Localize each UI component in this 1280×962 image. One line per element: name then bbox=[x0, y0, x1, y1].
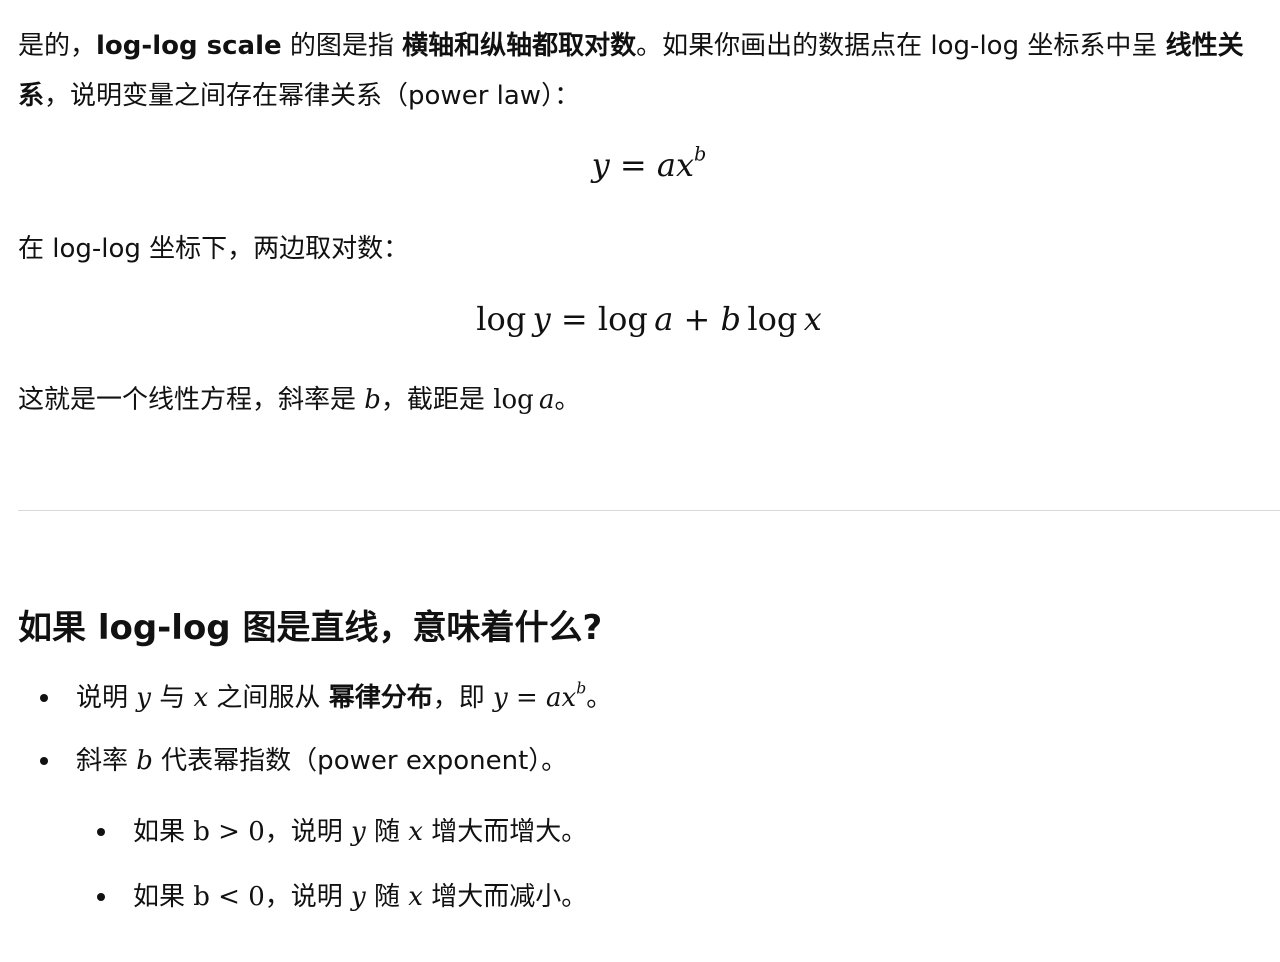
intro-text: ，说明变量之间存在幂律关系（power law）： bbox=[44, 81, 581, 111]
list-text: 增大而增大。 bbox=[422, 817, 588, 847]
formula-func: log bbox=[476, 300, 527, 338]
formula-op: = bbox=[609, 146, 657, 184]
list-text: ，说明 bbox=[264, 817, 352, 847]
list-text: 增大而减小。 bbox=[422, 882, 588, 912]
list-text: 与 bbox=[150, 683, 194, 713]
list-item: 如果 b > 0，说明 y 随 x 增大而增大。 bbox=[133, 810, 587, 854]
list-text: 随 bbox=[365, 882, 409, 912]
section-heading: 如果 log-log 图是直线，意味着什么? bbox=[18, 608, 603, 648]
inline-math-op: = bbox=[507, 683, 547, 713]
list-text: ，说明 bbox=[264, 882, 352, 912]
list-bold-term: 幂律分布 bbox=[328, 683, 433, 713]
formula-var: y bbox=[532, 300, 551, 338]
list-text: 之间服从 bbox=[208, 683, 329, 713]
list-text: 如果 bbox=[133, 817, 194, 847]
list-item: 斜率 b 代表幂指数（power exponent）。 bbox=[76, 739, 567, 783]
formula-var: x bbox=[803, 300, 822, 338]
inline-math-var: y bbox=[351, 817, 366, 847]
intro-text: 的图是指 bbox=[281, 31, 403, 61]
bullet-dot-icon bbox=[97, 828, 105, 836]
formula-var: b bbox=[720, 300, 741, 338]
list-text: 斜率 bbox=[76, 746, 137, 776]
inline-math-var: x bbox=[408, 882, 423, 912]
bullet-dot-icon bbox=[97, 893, 105, 901]
formula-op: + bbox=[673, 300, 721, 338]
inline-math-var: x bbox=[561, 683, 577, 713]
formula-var: a bbox=[656, 146, 676, 184]
intro-text: 。如果你画出的数据点在 log-log 坐标系中呈 bbox=[636, 31, 1166, 61]
log-transform-paragraph: 在 log-log 坐标下，两边取对数： bbox=[18, 234, 410, 264]
paragraph-text: 这就是一个线性方程，斜率是 bbox=[18, 385, 365, 415]
list-text: 如果 bbox=[133, 882, 194, 912]
list-text: 。 bbox=[586, 683, 613, 713]
power-law-formula: y = axb bbox=[18, 142, 1280, 184]
list-item: 说明 y 与 x 之间服从 幂律分布，即 y = axb。 bbox=[76, 676, 612, 720]
horizontal-divider bbox=[18, 510, 1280, 511]
formula-var: y bbox=[591, 146, 610, 184]
list-item: 如果 b < 0，说明 y 随 x 增大而减小。 bbox=[133, 875, 587, 919]
list-text: 代表幂指数（power exponent）。 bbox=[152, 746, 568, 776]
linear-equation-paragraph: 这就是一个线性方程，斜率是 b，截距是 log a。 bbox=[18, 375, 1280, 425]
formula-var: a bbox=[654, 300, 674, 338]
list-text: 随 bbox=[365, 817, 409, 847]
bullet-dot-icon bbox=[40, 694, 48, 702]
list-text: 说明 bbox=[76, 683, 137, 713]
formula-op: = bbox=[550, 300, 598, 338]
inline-math-var: b bbox=[136, 746, 153, 776]
inline-math-var: b bbox=[364, 385, 381, 415]
inline-math-var: y bbox=[136, 683, 151, 713]
inline-math-var: y bbox=[351, 882, 366, 912]
formula-exponent: b bbox=[694, 142, 707, 166]
inline-math-exponent: b bbox=[576, 679, 587, 698]
inline-math-var: x bbox=[193, 683, 209, 713]
inline-math-func: log bbox=[493, 385, 534, 415]
paragraph-text: ，截距是 bbox=[380, 385, 494, 415]
inline-math-condition: b > 0 bbox=[193, 817, 265, 847]
intro-bold-definition: 横轴和纵轴都取对数 bbox=[402, 31, 637, 61]
inline-math-condition: b < 0 bbox=[193, 882, 265, 912]
inline-math-var: a bbox=[539, 385, 555, 415]
paragraph-text: 。 bbox=[554, 385, 581, 415]
list-text: ，即 bbox=[432, 683, 493, 713]
intro-text: 是的， bbox=[18, 31, 97, 61]
formula-func: log bbox=[747, 300, 798, 338]
formula-var: x bbox=[675, 146, 695, 184]
intro-paragraph: 是的，log-log scale 的图是指 横轴和纵轴都取对数。如果你画出的数据… bbox=[18, 21, 1280, 121]
inline-math-var: y bbox=[492, 683, 508, 713]
inline-math-var: x bbox=[408, 817, 423, 847]
bullet-dot-icon bbox=[40, 757, 48, 765]
formula-func: log bbox=[597, 300, 648, 338]
inline-math-var: a bbox=[546, 683, 562, 713]
intro-bold-term: log-log scale bbox=[96, 31, 282, 61]
log-formula: log y = log a + b log x bbox=[18, 300, 1280, 338]
